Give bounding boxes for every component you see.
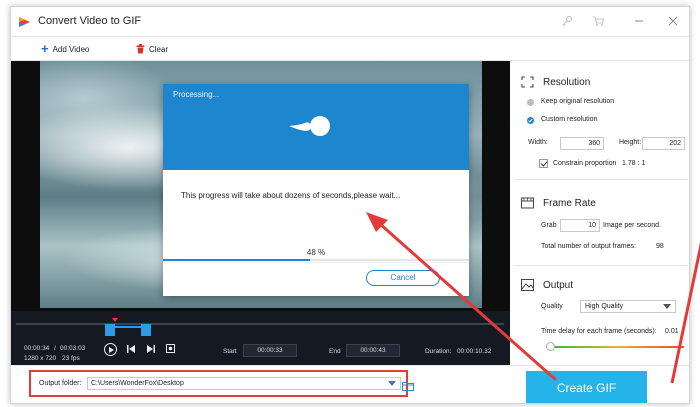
aspect-ratio: 1.78 : 1 bbox=[622, 160, 646, 167]
dialog-divider bbox=[163, 262, 469, 263]
dialog-message: This progress will take about dozens of … bbox=[181, 191, 401, 200]
folder-icon[interactable] bbox=[402, 381, 414, 391]
app-logo-icon bbox=[19, 17, 30, 27]
output-section-header: Output bbox=[521, 279, 573, 291]
start-label: Start bbox=[223, 348, 237, 355]
trash-icon bbox=[136, 44, 145, 54]
chevron-down-icon bbox=[663, 304, 671, 309]
end-label: End bbox=[329, 348, 341, 355]
output-folder-input[interactable]: C:\Users\WonderFox\Desktop bbox=[87, 377, 401, 390]
quality-label: Quality bbox=[541, 303, 563, 310]
start-time-field[interactable]: 00:00:33 bbox=[243, 344, 297, 357]
progress-fill bbox=[163, 259, 310, 261]
radio-custom-resolution[interactable] bbox=[527, 117, 534, 124]
cart-icon[interactable] bbox=[590, 15, 606, 29]
clear-label: Clear bbox=[149, 44, 169, 54]
delay-label: Time delay for each frame (seconds): bbox=[541, 328, 657, 335]
prev-frame-button[interactable] bbox=[127, 344, 135, 356]
progress-percent: 48 % bbox=[306, 248, 326, 257]
chevron-down-icon[interactable] bbox=[388, 381, 396, 386]
processing-dialog: Processing... This progress will take ab… bbox=[163, 84, 469, 296]
resolution-title: Resolution bbox=[543, 76, 591, 88]
total-time: 00:03:03 bbox=[60, 345, 86, 352]
app-title: Convert Video to GIF bbox=[38, 15, 142, 27]
settings-panel: Resolution Keep original resolution Cust… bbox=[510, 61, 689, 365]
snapshot-button[interactable] bbox=[166, 344, 175, 356]
add-video-button[interactable]: + Add Video bbox=[41, 42, 89, 56]
frame-rate-title: Frame Rate bbox=[543, 197, 596, 209]
create-gif-button[interactable]: Create GIF bbox=[526, 371, 647, 403]
width-input[interactable]: 360 bbox=[560, 137, 604, 150]
quality-select[interactable]: High Quality bbox=[580, 300, 676, 313]
close-button[interactable] bbox=[663, 13, 683, 31]
duration-label: Duration: bbox=[425, 348, 452, 355]
total-frames-label: Total number of output frames: bbox=[541, 243, 636, 250]
delay-slider-track[interactable] bbox=[552, 346, 684, 348]
grab-label: Grab bbox=[541, 222, 557, 229]
add-video-label: Add Video bbox=[52, 44, 90, 54]
output-folder-label: Output folder: bbox=[39, 380, 82, 387]
dialog-title: Processing... bbox=[173, 90, 220, 99]
constrain-checkbox[interactable] bbox=[539, 159, 548, 168]
total-frames-value: 98 bbox=[656, 243, 664, 250]
output-folder-path: C:\Users\WonderFox\Desktop bbox=[91, 380, 184, 387]
output-icon bbox=[521, 279, 534, 291]
title-bar: Convert Video to GIF bbox=[11, 7, 689, 37]
height-label: Height: bbox=[619, 139, 642, 146]
divider bbox=[514, 179, 688, 180]
per-second-label: Image per second. bbox=[603, 222, 661, 229]
bottom-bar: Output folder: C:\Users\WonderFox\Deskto… bbox=[11, 365, 689, 403]
resolution-section-header: Resolution bbox=[521, 76, 590, 88]
radio-keep-original[interactable] bbox=[527, 99, 534, 106]
plus-icon: + bbox=[41, 41, 49, 56]
output-title: Output bbox=[543, 279, 574, 291]
clear-button[interactable]: Clear bbox=[136, 42, 168, 56]
timeline-panel: 00:00:34 / 00:03:03 1280 x 720 23 fps St… bbox=[11, 311, 510, 365]
resolution-icon bbox=[521, 76, 534, 88]
loading-drop-icon bbox=[289, 116, 330, 136]
progress-bar bbox=[163, 259, 469, 261]
width-label: Width: bbox=[528, 139, 548, 146]
timeline-track[interactable] bbox=[16, 323, 504, 325]
play-button[interactable] bbox=[104, 343, 117, 356]
delay-value: 0.01 bbox=[665, 328, 679, 335]
constrain-label: Constrain proportion bbox=[553, 160, 617, 167]
duration-value: 00:00:10.32 bbox=[457, 348, 492, 355]
keep-original-label: Keep original resolution bbox=[541, 98, 615, 105]
next-frame-button[interactable] bbox=[147, 344, 155, 356]
current-time: 00:00:34 bbox=[24, 345, 50, 352]
divider bbox=[514, 265, 688, 266]
delay-slider-thumb[interactable] bbox=[546, 342, 555, 351]
time-separator: / bbox=[54, 345, 56, 352]
height-input[interactable]: 202 bbox=[642, 137, 685, 150]
custom-resolution-label: Custom resolution bbox=[541, 116, 598, 123]
cancel-button[interactable]: Cancel bbox=[366, 270, 440, 286]
frame-rate-icon bbox=[521, 197, 534, 209]
video-preview-panel: Processing... This progress will take ab… bbox=[11, 61, 510, 311]
video-fps: 23 fps bbox=[62, 355, 80, 362]
start-handle[interactable] bbox=[105, 324, 115, 336]
end-handle[interactable] bbox=[141, 324, 151, 336]
grab-input[interactable]: 10 bbox=[560, 219, 600, 232]
quality-value: High Quality bbox=[585, 303, 624, 310]
key-icon[interactable] bbox=[559, 15, 575, 29]
end-time-field[interactable]: 00:00:43 bbox=[346, 344, 400, 357]
dialog-header: Processing... bbox=[163, 84, 469, 170]
video-resolution: 1280 x 720 bbox=[24, 355, 57, 362]
output-folder-highlight: Output folder: C:\Users\WonderFox\Deskto… bbox=[29, 370, 408, 397]
frame-rate-section-header: Frame Rate bbox=[521, 197, 596, 209]
toolbar: + Add Video Clear bbox=[11, 37, 689, 61]
playhead-marker[interactable] bbox=[112, 318, 118, 322]
app-window: Convert Video to GIF + Add Video Clear P… bbox=[10, 6, 690, 404]
minimize-button[interactable] bbox=[629, 13, 649, 31]
